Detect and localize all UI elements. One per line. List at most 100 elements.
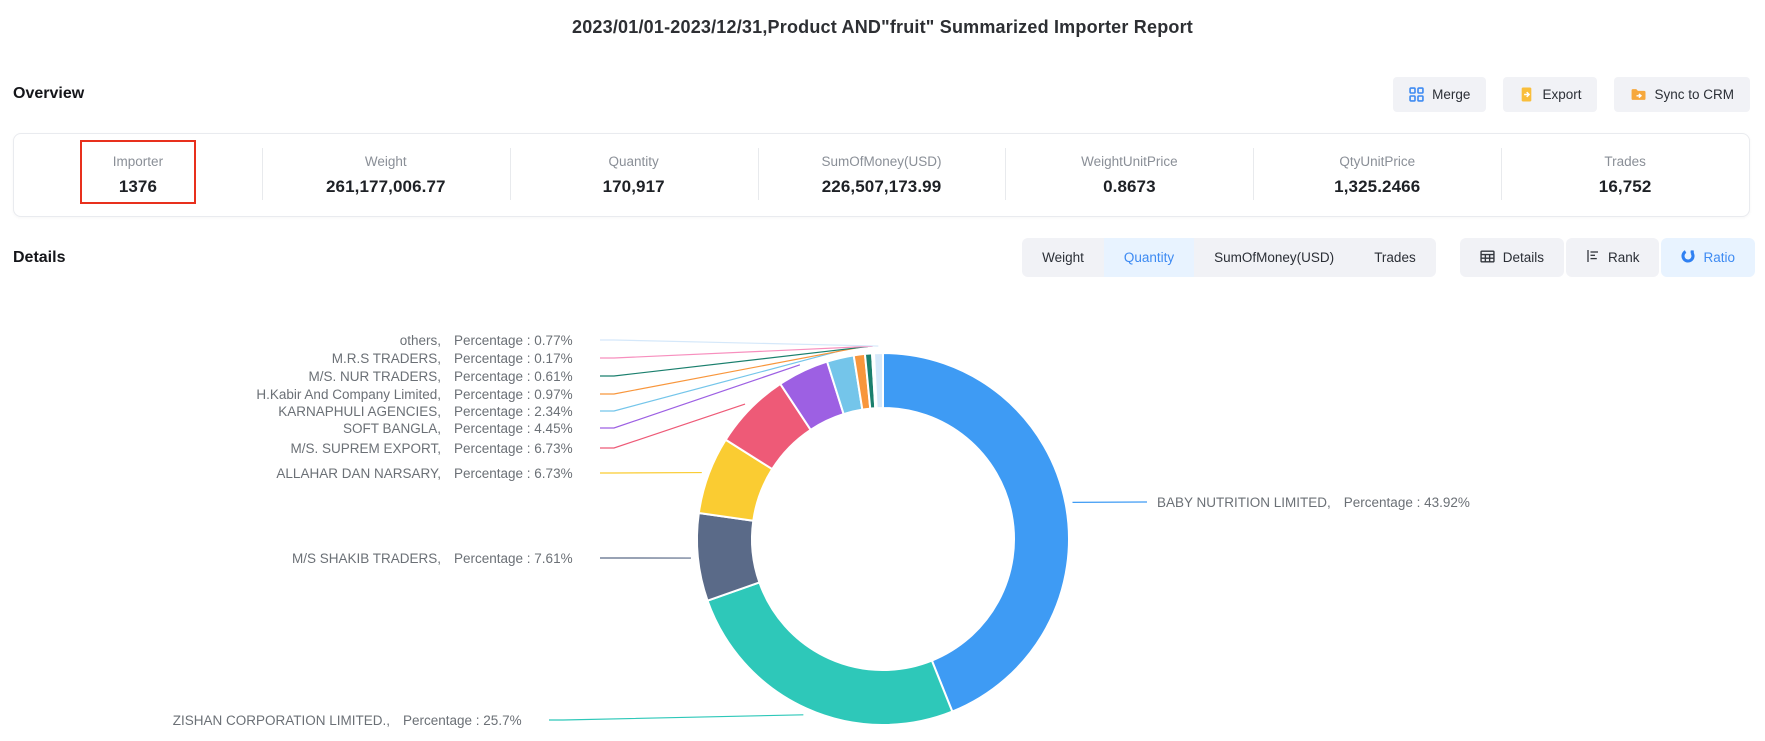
pie-slice[interactable]	[883, 353, 1069, 712]
chart-label: others, Percentage : 0.77%	[0, 330, 592, 350]
chart-label-percentage: Percentage : 4.45%	[454, 421, 592, 436]
pie-slice[interactable]	[780, 362, 843, 430]
leader-line	[600, 351, 839, 411]
stat-qty-unit-price: QtyUnitPrice 1,325.2466	[1253, 134, 1501, 216]
pie-slice[interactable]	[874, 353, 883, 408]
tab-weight[interactable]: Weight	[1022, 238, 1104, 277]
stat-weight-unit-price: WeightUnitPrice 0.8673	[1005, 134, 1253, 216]
chart-label-name: SOFT BANGLA,	[343, 421, 441, 436]
stat-label: Weight	[365, 154, 407, 169]
chart-label: BABY NUTRITION LIMITED,Percentage : 43.9…	[1157, 492, 1470, 512]
leader-line	[600, 348, 858, 394]
export-button[interactable]: Export	[1503, 77, 1597, 112]
chart-label: M.R.S TRADERS, Percentage : 0.17%	[0, 348, 592, 368]
tab-rank-label: Rank	[1608, 250, 1640, 265]
tab-details-view[interactable]: Details	[1460, 238, 1564, 277]
sync-to-crm-icon	[1630, 87, 1646, 102]
stat-label: Importer	[113, 154, 163, 169]
chart-label: M/S SHAKIB TRADERS, Percentage : 7.61%	[0, 548, 592, 568]
chart-label-name: ALLAHAR DAN NARSARY,	[276, 466, 441, 481]
leader-line	[600, 347, 868, 376]
stat-value: 16,752	[1599, 177, 1652, 197]
export-button-label: Export	[1542, 87, 1581, 102]
sync-to-crm-button-label: Sync to CRM	[1654, 87, 1734, 102]
stat-value: 170,917	[603, 177, 665, 197]
chart-label: M/S. NUR TRADERS, Percentage : 0.61%	[0, 366, 592, 386]
chart-label-name: H.Kabir And Company Limited,	[256, 387, 441, 402]
leader-line	[600, 404, 745, 448]
toolbar: Merge Export Sync to CRM	[1393, 77, 1750, 112]
stat-label: QtyUnitPrice	[1339, 154, 1415, 169]
chart-label-percentage: Percentage : 6.73%	[454, 466, 592, 481]
chart-label-name: M/S SHAKIB TRADERS,	[292, 551, 441, 566]
leader-line	[600, 346, 873, 358]
details-heading: Details	[13, 249, 65, 267]
sync-to-crm-button[interactable]: Sync to CRM	[1614, 77, 1750, 112]
stat-importer: Importer 1376	[14, 134, 262, 216]
stat-value: 1376	[119, 177, 157, 197]
pie-slice[interactable]	[697, 513, 759, 601]
chart-label: KARNAPHULI AGENCIES, Percentage : 2.34%	[0, 401, 592, 421]
stat-quantity: Quantity 170,917	[510, 134, 758, 216]
chart-label-name: M.R.S TRADERS,	[332, 351, 441, 366]
chart-label: SOFT BANGLA, Percentage : 4.45%	[0, 418, 592, 438]
stat-weight: Weight 261,177,006.77	[262, 134, 510, 216]
leader-line	[600, 365, 800, 428]
chart-label-percentage: Percentage : 43.92%	[1344, 495, 1470, 510]
chart-label-percentage: Percentage : 0.97%	[454, 387, 592, 402]
tab-rank-view[interactable]: Rank	[1566, 238, 1660, 277]
pie-slice[interactable]	[872, 353, 877, 408]
pie-slice[interactable]	[726, 384, 811, 469]
pie-slice[interactable]	[708, 582, 953, 725]
stat-trades: Trades 16,752	[1501, 134, 1749, 216]
metric-tab-group: Weight Quantity SumOfMoney(USD) Trades	[1022, 238, 1436, 277]
chart-label-name: M/S. NUR TRADERS,	[308, 369, 441, 384]
chart-label: ZISHAN CORPORATION LIMITED., Percentage :…	[0, 710, 541, 730]
tab-sum-of-money[interactable]: SumOfMoney(USD)	[1194, 238, 1354, 277]
stat-label: WeightUnitPrice	[1081, 154, 1178, 169]
chart-label-percentage: Percentage : 7.61%	[454, 551, 592, 566]
chart-label-percentage: Percentage : 25.7%	[403, 713, 541, 728]
chart-label-name: ZISHAN CORPORATION LIMITED.,	[173, 713, 390, 728]
rank-icon	[1586, 249, 1600, 266]
chart-label-percentage: Percentage : 0.17%	[454, 351, 592, 366]
importer-report-page: 2023/01/01-2023/12/31,Product AND"fruit"…	[0, 0, 1765, 741]
chart-label-name: M/S. SUPREM EXPORT,	[290, 441, 441, 456]
ratio-donut-icon	[1681, 249, 1695, 266]
stat-label: Quantity	[609, 154, 659, 169]
chart-label: H.Kabir And Company Limited, Percentage :…	[0, 384, 592, 404]
chart-label-name: others,	[400, 333, 441, 348]
stat-sum-of-money: SumOfMoney(USD) 226,507,173.99	[758, 134, 1006, 216]
overview-header: Overview Merge Export	[13, 76, 1750, 112]
stat-value: 226,507,173.99	[822, 177, 942, 197]
tab-details-label: Details	[1503, 250, 1544, 265]
chart-label-percentage: Percentage : 0.77%	[454, 333, 592, 348]
tab-ratio-label: Ratio	[1703, 250, 1735, 265]
chart-label-percentage: Percentage : 2.34%	[454, 404, 592, 419]
page-title: 2023/01/01-2023/12/31,Product AND"fruit"…	[0, 17, 1765, 38]
chart-label-percentage: Percentage : 0.61%	[454, 369, 592, 384]
tab-ratio-view[interactable]: Ratio	[1661, 238, 1755, 277]
pie-slice[interactable]	[865, 353, 875, 408]
leader-line	[600, 340, 878, 346]
pie-slice[interactable]	[854, 354, 871, 410]
chart-label: M/S. SUPREM EXPORT, Percentage : 6.73%	[0, 438, 592, 458]
view-tab-group: Details Rank Ratio	[1460, 238, 1755, 277]
overview-heading: Overview	[13, 85, 84, 103]
export-icon	[1519, 87, 1534, 102]
merge-button[interactable]: Merge	[1393, 77, 1486, 112]
leader-line	[549, 715, 803, 720]
chart-label-percentage: Percentage : 6.73%	[454, 441, 592, 456]
chart-label-name: KARNAPHULI AGENCIES,	[278, 404, 441, 419]
tab-quantity[interactable]: Quantity	[1104, 238, 1194, 277]
details-table-icon	[1480, 250, 1495, 266]
stat-value: 261,177,006.77	[326, 177, 446, 197]
stat-label: Trades	[1604, 154, 1646, 169]
stat-value: 0.8673	[1103, 177, 1156, 197]
pie-slice[interactable]	[699, 440, 772, 521]
details-header: Details Weight Quantity SumOfMoney(USD) …	[13, 238, 1755, 277]
merge-icon	[1409, 87, 1424, 102]
tab-trades[interactable]: Trades	[1354, 238, 1436, 277]
pie-slice[interactable]	[827, 355, 862, 414]
stat-label: SumOfMoney(USD)	[821, 154, 941, 169]
